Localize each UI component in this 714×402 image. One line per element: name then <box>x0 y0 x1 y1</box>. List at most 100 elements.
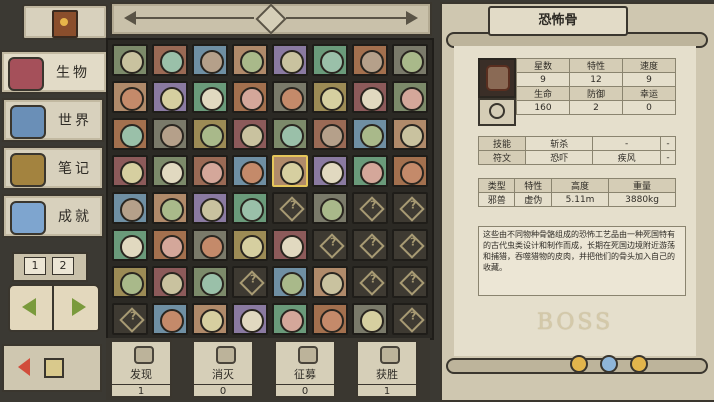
creature-slot[interactable] <box>232 155 268 187</box>
blue-coin-icon[interactable] <box>600 355 618 373</box>
creature-slot[interactable] <box>152 155 188 187</box>
creature-slot[interactable] <box>392 192 428 224</box>
creature-slot[interactable] <box>392 266 428 298</box>
creature-slot[interactable] <box>192 303 228 335</box>
creature-slot[interactable] <box>352 266 388 298</box>
creature-slot[interactable] <box>112 155 148 187</box>
category-tab[interactable]: 成就 <box>2 194 104 238</box>
creature-slot[interactable] <box>352 44 388 76</box>
gold-coin-icon[interactable] <box>630 355 648 373</box>
rune-slot[interactable]: 恐吓 <box>524 150 594 165</box>
creature-slot[interactable] <box>232 192 268 224</box>
creature-slot[interactable] <box>192 118 228 150</box>
rune-slot[interactable]: - <box>659 150 677 165</box>
creature-slot[interactable] <box>192 229 228 261</box>
type-table: 类型 特性 高度 重量 邪兽 虚伪 5.11m 3880kg <box>477 178 676 207</box>
creature-slot[interactable] <box>272 229 308 261</box>
creature-slot[interactable] <box>352 192 388 224</box>
creature-slot[interactable] <box>112 44 148 76</box>
creature-slot[interactable] <box>272 303 308 335</box>
creature-slot[interactable] <box>152 229 188 261</box>
page-2-button[interactable]: 2 <box>52 257 74 275</box>
skill-slot[interactable]: - <box>659 136 677 151</box>
creature-slot[interactable] <box>352 229 388 261</box>
page-selector: 1 2 <box>12 252 88 282</box>
creature-portrait-icon <box>120 50 144 74</box>
creature-slot[interactable] <box>312 118 348 150</box>
type-value: 虚伪 <box>514 192 552 207</box>
creature-slot[interactable] <box>112 192 148 224</box>
book-spine <box>52 286 54 330</box>
creature-slot[interactable] <box>112 266 148 298</box>
creature-emblem-icon <box>8 57 44 91</box>
creature-slot[interactable] <box>152 192 188 224</box>
creature-slot[interactable] <box>232 229 268 261</box>
bestiary-book-button[interactable] <box>22 4 108 40</box>
creature-slot[interactable] <box>392 44 428 76</box>
creature-slot[interactable] <box>112 303 148 335</box>
next-page-arrow-icon[interactable] <box>72 298 86 316</box>
category-tab[interactable]: 世界 <box>2 98 104 142</box>
creature-slot[interactable] <box>232 44 268 76</box>
creature-slot[interactable] <box>192 44 228 76</box>
magnify-button[interactable] <box>478 98 516 126</box>
creature-slot[interactable] <box>312 266 348 298</box>
creature-slot[interactable] <box>112 118 148 150</box>
creature-grid <box>106 38 434 340</box>
creature-portrait-icon <box>240 124 264 148</box>
creature-slot[interactable] <box>312 44 348 76</box>
creature-slot[interactable] <box>312 155 348 187</box>
category-label: 笔记 <box>58 161 92 177</box>
back-button[interactable] <box>2 344 102 392</box>
creature-slot[interactable] <box>312 81 348 113</box>
creature-slot[interactable] <box>392 303 428 335</box>
creature-slot[interactable] <box>392 229 428 261</box>
skill-slot[interactable]: - <box>592 136 661 151</box>
creature-slot[interactable] <box>352 118 388 150</box>
creature-slot[interactable] <box>352 303 388 335</box>
creature-slot[interactable] <box>392 81 428 113</box>
creature-slot[interactable] <box>152 303 188 335</box>
creature-slot[interactable] <box>232 81 268 113</box>
creature-slot[interactable] <box>352 81 388 113</box>
creature-slot[interactable] <box>272 81 308 113</box>
creature-slot[interactable] <box>312 192 348 224</box>
creature-slot[interactable] <box>392 155 428 187</box>
creature-portrait-icon <box>160 124 184 148</box>
locked-question-icon <box>399 233 425 259</box>
creature-slot[interactable] <box>232 118 268 150</box>
page-flip-book <box>8 284 100 332</box>
rune-slot[interactable]: 疾风 <box>592 150 661 165</box>
creature-slot[interactable] <box>192 155 228 187</box>
prev-page-arrow-icon[interactable] <box>22 298 36 316</box>
creature-slot[interactable] <box>112 229 148 261</box>
page-1-button[interactable]: 1 <box>24 257 46 275</box>
creature-slot[interactable] <box>272 266 308 298</box>
creature-slot[interactable] <box>152 44 188 76</box>
skill-slot[interactable]: 斩杀 <box>524 136 594 151</box>
creature-slot[interactable] <box>392 118 428 150</box>
creature-slot[interactable] <box>352 155 388 187</box>
creature-slot[interactable] <box>272 155 308 187</box>
category-tab[interactable]: 生物 <box>0 50 108 94</box>
creature-slot[interactable] <box>192 192 228 224</box>
gold-coin-icon[interactable] <box>570 355 588 373</box>
boss-stamp: BOSS <box>536 310 614 335</box>
creature-slot[interactable] <box>192 266 228 298</box>
creature-slot[interactable] <box>312 303 348 335</box>
stat-label: 发现 <box>130 368 152 381</box>
creature-slot[interactable] <box>272 118 308 150</box>
creature-slot[interactable] <box>272 192 308 224</box>
creature-portrait-icon <box>160 50 184 74</box>
creature-slot[interactable] <box>232 303 268 335</box>
creature-slot[interactable] <box>152 118 188 150</box>
stat-value: 9 <box>516 72 570 87</box>
category-tab[interactable]: 笔记 <box>2 146 104 190</box>
creature-slot[interactable] <box>232 266 268 298</box>
creature-slot[interactable] <box>192 81 228 113</box>
creature-slot[interactable] <box>152 81 188 113</box>
creature-slot[interactable] <box>272 44 308 76</box>
creature-slot[interactable] <box>152 266 188 298</box>
creature-slot[interactable] <box>112 81 148 113</box>
creature-slot[interactable] <box>312 229 348 261</box>
